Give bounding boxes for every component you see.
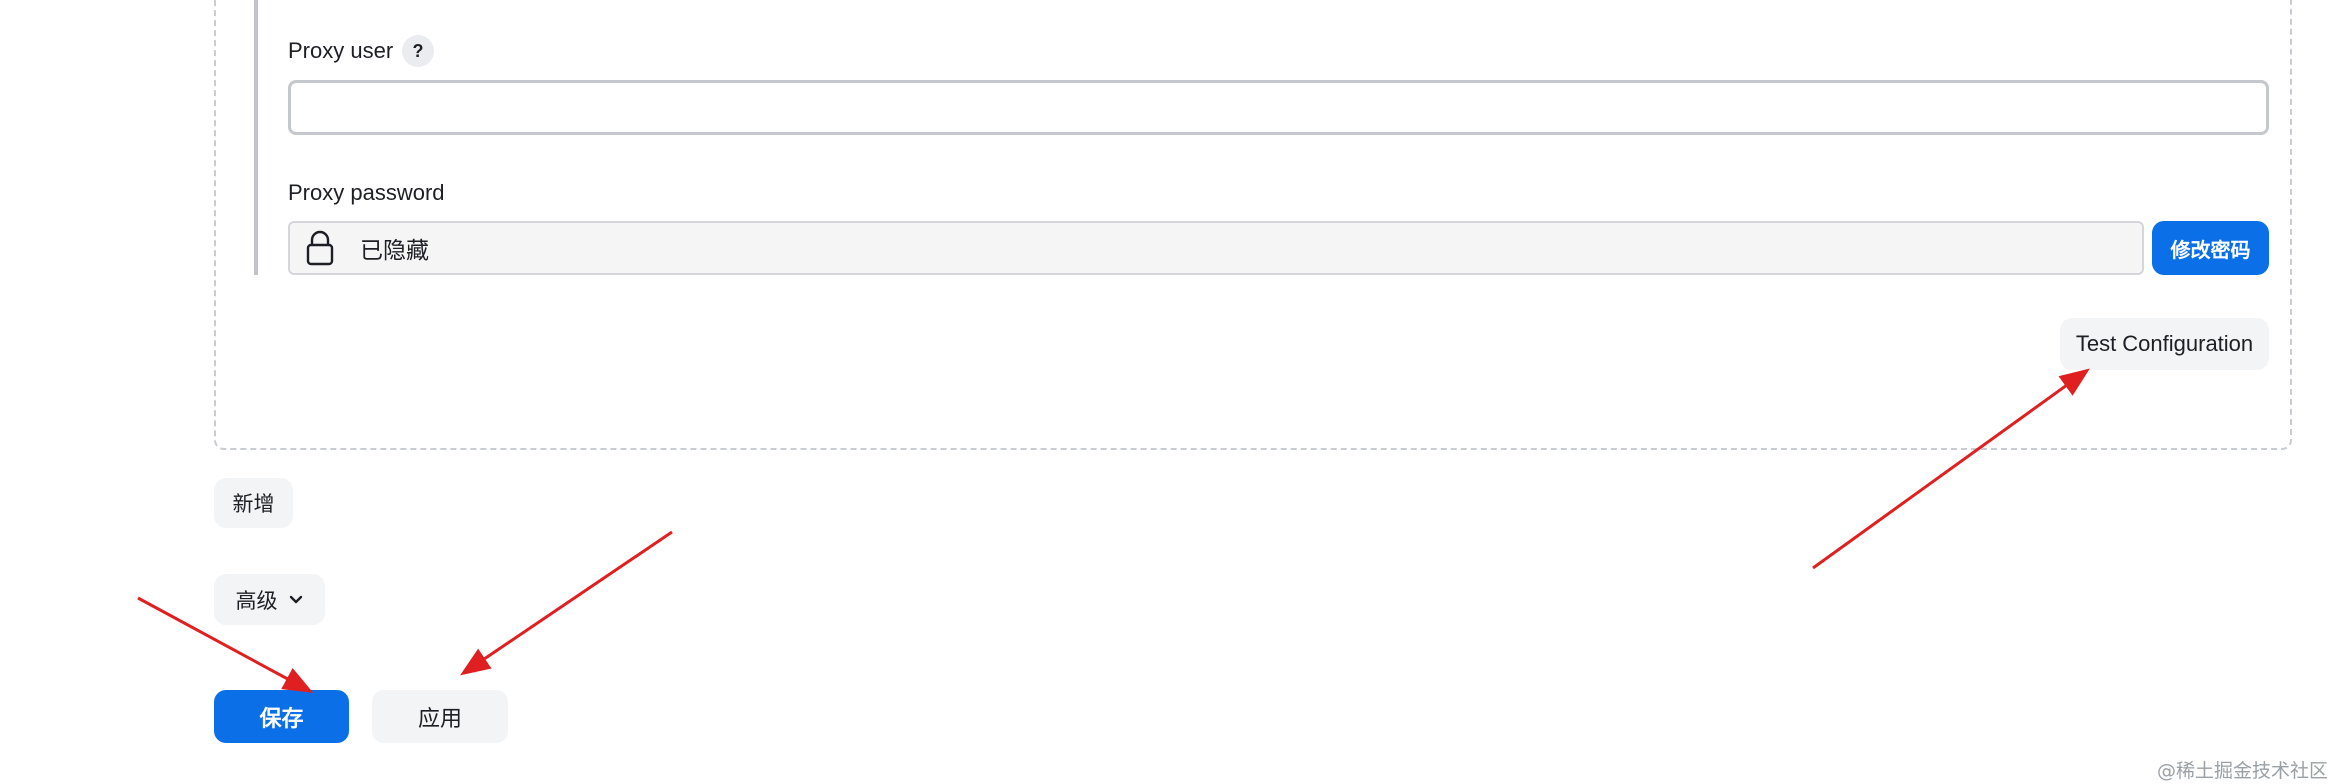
advanced-label: 高级	[235, 589, 278, 613]
arrow-to-apply-button	[460, 530, 673, 676]
proxy-password-label: Proxy password	[288, 180, 445, 205]
help-icon[interactable]: ?	[402, 35, 434, 67]
advanced-button[interactable]: 高级	[214, 574, 325, 625]
test-configuration-button[interactable]: Test Configuration	[2060, 318, 2269, 370]
apply-button[interactable]: 应用	[372, 690, 508, 743]
password-hidden-text: 已隐藏	[360, 237, 429, 263]
watermark: @稀土掘金技术社区	[2156, 760, 2328, 782]
proxy-password-field: 已隐藏	[288, 221, 2144, 275]
proxy-user-label: Proxy user	[288, 38, 394, 63]
chevron-down-icon	[288, 594, 304, 606]
add-button[interactable]: 新增	[214, 478, 293, 528]
save-button[interactable]: 保存	[214, 690, 349, 743]
change-password-button[interactable]: 修改密码	[2152, 221, 2269, 275]
section-indent-bar	[254, 0, 258, 275]
proxy-user-input[interactable]	[288, 80, 2269, 135]
lock-icon	[306, 229, 334, 267]
